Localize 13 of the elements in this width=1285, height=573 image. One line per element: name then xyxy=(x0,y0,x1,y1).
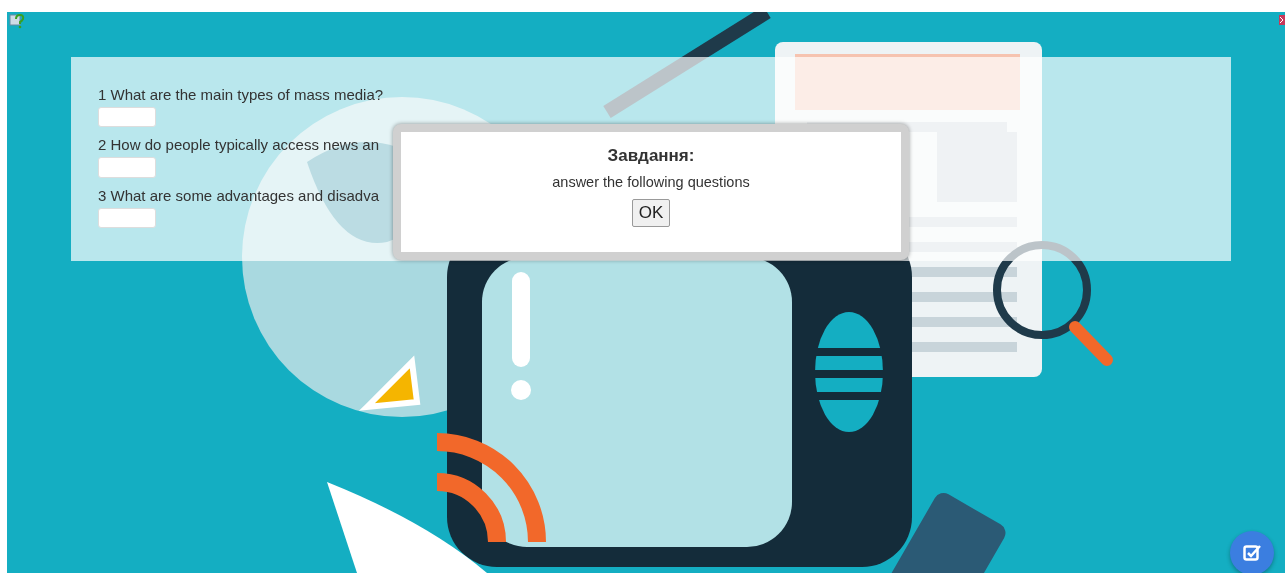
answer-field[interactable] xyxy=(98,107,156,128)
dialog-title: Завдання: xyxy=(607,146,695,166)
question-text: 1 What are the main types of mass media? xyxy=(98,85,385,104)
dialog-message: answer the following questions xyxy=(552,174,750,190)
check-button[interactable] xyxy=(1230,531,1274,573)
answer-field[interactable] xyxy=(98,157,156,178)
checkbox-icon xyxy=(1243,545,1261,561)
help-icon[interactable] xyxy=(9,13,25,29)
ok-button[interactable]: OK xyxy=(631,199,671,227)
exit-icon[interactable] xyxy=(1279,14,1285,26)
answer-field[interactable] xyxy=(98,207,156,228)
question-text: 3 What are some advantages and disadva xyxy=(98,185,380,205)
question-text: 2 How do people typically access news an xyxy=(98,135,380,155)
